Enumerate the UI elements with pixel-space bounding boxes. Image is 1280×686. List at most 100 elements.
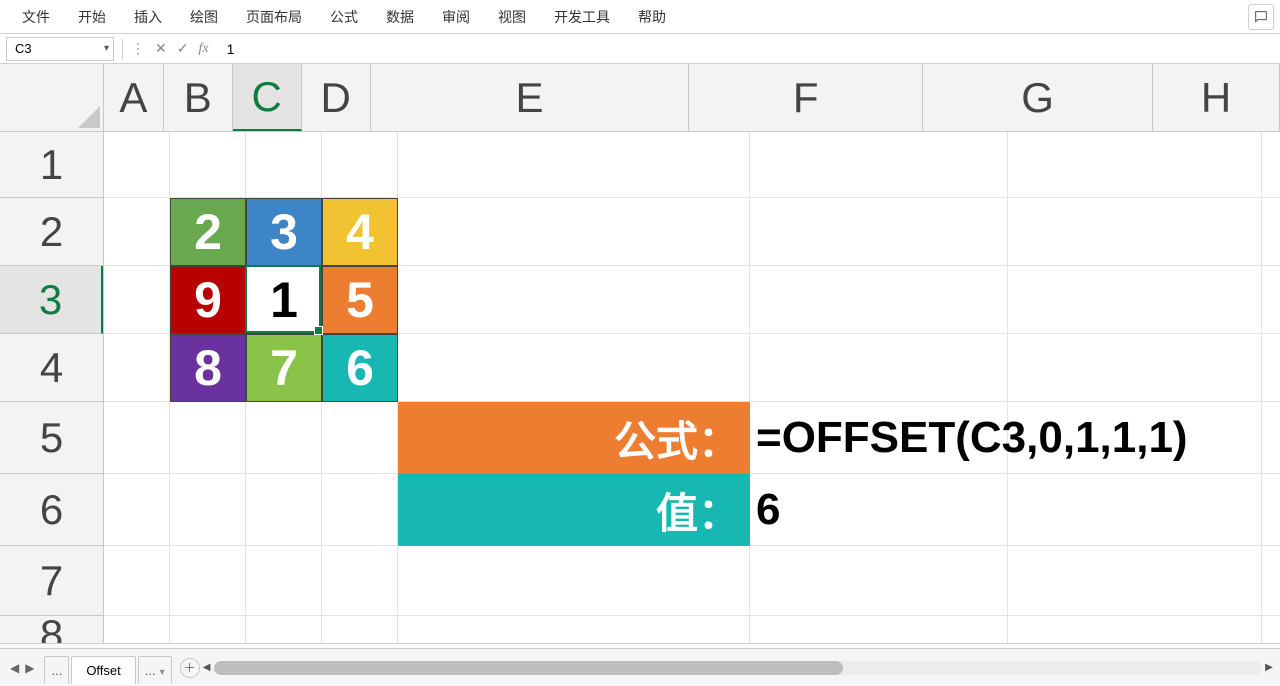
cell[interactable] bbox=[1262, 474, 1280, 546]
menu-item-0[interactable]: 文件 bbox=[8, 1, 64, 33]
cell[interactable] bbox=[750, 132, 1008, 198]
tile-C2[interactable]: 3 bbox=[246, 198, 322, 266]
row-header-3[interactable]: 3 bbox=[0, 266, 103, 334]
cell[interactable] bbox=[398, 546, 750, 616]
nav-next-icon[interactable]: ▶ bbox=[25, 661, 34, 675]
name-box[interactable]: C3 ▾ bbox=[6, 37, 114, 61]
cell[interactable] bbox=[322, 132, 398, 198]
confirm-icon[interactable]: ✓ bbox=[177, 40, 189, 57]
row-header-7[interactable]: 7 bbox=[0, 546, 103, 616]
cell[interactable] bbox=[104, 616, 170, 644]
cell[interactable] bbox=[246, 402, 322, 474]
vertical-dots-icon[interactable]: ⋮ bbox=[131, 40, 145, 57]
cell[interactable] bbox=[1262, 334, 1280, 402]
cell[interactable] bbox=[1008, 474, 1262, 546]
menu-item-5[interactable]: 公式 bbox=[316, 1, 372, 33]
cell[interactable] bbox=[246, 616, 322, 644]
menu-item-1[interactable]: 开始 bbox=[64, 1, 120, 33]
menu-item-6[interactable]: 数据 bbox=[372, 1, 428, 33]
cell[interactable] bbox=[170, 402, 246, 474]
tile-B4[interactable]: 8 bbox=[170, 334, 246, 402]
cell[interactable] bbox=[170, 474, 246, 546]
cell[interactable] bbox=[104, 474, 170, 546]
column-header-H[interactable]: H bbox=[1153, 64, 1280, 131]
cell[interactable] bbox=[398, 198, 750, 266]
scroll-thumb[interactable] bbox=[214, 661, 843, 675]
cell[interactable] bbox=[1262, 402, 1280, 474]
menu-item-9[interactable]: 开发工具 bbox=[540, 1, 624, 33]
menu-item-2[interactable]: 插入 bbox=[120, 1, 176, 33]
cell-grid[interactable]: 234915876公式：值：=OFFSET(C3,0,1,1,1)6 bbox=[104, 132, 1280, 643]
cell[interactable] bbox=[1262, 132, 1280, 198]
cancel-icon[interactable]: ✕ bbox=[155, 40, 167, 57]
cell[interactable] bbox=[246, 132, 322, 198]
cell[interactable] bbox=[750, 474, 1008, 546]
horizontal-scrollbar[interactable]: ◀ ▶ bbox=[214, 661, 1262, 675]
formula-label-cell[interactable]: 公式： bbox=[398, 402, 750, 474]
sheet-tab-active[interactable]: Offset bbox=[71, 656, 135, 684]
cell[interactable] bbox=[750, 334, 1008, 402]
row-header-5[interactable]: 5 bbox=[0, 402, 103, 474]
cell[interactable] bbox=[750, 198, 1008, 266]
cell[interactable] bbox=[322, 616, 398, 644]
select-all-corner[interactable] bbox=[0, 64, 104, 132]
cell[interactable] bbox=[104, 546, 170, 616]
tile-B2[interactable]: 2 bbox=[170, 198, 246, 266]
row-header-6[interactable]: 6 bbox=[0, 474, 103, 546]
row-header-2[interactable]: 2 bbox=[0, 198, 103, 266]
scroll-right-icon[interactable]: ▶ bbox=[1262, 661, 1276, 675]
value-text-cell[interactable]: 6 bbox=[750, 474, 780, 546]
cell[interactable] bbox=[398, 616, 750, 644]
column-header-F[interactable]: F bbox=[689, 64, 923, 131]
cell[interactable] bbox=[246, 474, 322, 546]
cell[interactable] bbox=[246, 546, 322, 616]
cell[interactable] bbox=[1262, 198, 1280, 266]
value-label-cell[interactable]: 值： bbox=[398, 474, 750, 546]
cell[interactable] bbox=[1262, 616, 1280, 644]
cell[interactable] bbox=[1008, 616, 1262, 644]
cell[interactable] bbox=[1008, 198, 1262, 266]
cell[interactable] bbox=[398, 266, 750, 334]
menu-item-8[interactable]: 视图 bbox=[484, 1, 540, 33]
cell[interactable] bbox=[322, 546, 398, 616]
cell[interactable] bbox=[104, 132, 170, 198]
formula-input[interactable] bbox=[209, 41, 1280, 57]
comments-icon[interactable] bbox=[1248, 4, 1274, 30]
tile-C4[interactable]: 7 bbox=[246, 334, 322, 402]
menu-item-7[interactable]: 审阅 bbox=[428, 1, 484, 33]
sheet-tab-collapsed-right[interactable]: ...▾ bbox=[138, 656, 172, 684]
tile-D2[interactable]: 4 bbox=[322, 198, 398, 266]
scroll-left-icon[interactable]: ◀ bbox=[200, 661, 214, 675]
menu-item-10[interactable]: 帮助 bbox=[624, 1, 680, 33]
cell[interactable] bbox=[750, 546, 1008, 616]
formula-text-cell[interactable]: =OFFSET(C3,0,1,1,1) bbox=[750, 402, 1188, 474]
cell[interactable] bbox=[1262, 266, 1280, 334]
cell[interactable] bbox=[1008, 546, 1262, 616]
column-header-C[interactable]: C bbox=[233, 64, 302, 131]
row-header-8[interactable]: 8 bbox=[0, 616, 103, 644]
cell[interactable] bbox=[170, 132, 246, 198]
cell[interactable] bbox=[104, 266, 170, 334]
cell[interactable] bbox=[322, 402, 398, 474]
cell[interactable] bbox=[170, 546, 246, 616]
cell[interactable] bbox=[1008, 266, 1262, 334]
cell[interactable] bbox=[1008, 334, 1262, 402]
cell[interactable] bbox=[750, 616, 1008, 644]
cell[interactable] bbox=[398, 334, 750, 402]
cell[interactable] bbox=[398, 132, 750, 198]
cell[interactable] bbox=[1008, 132, 1262, 198]
column-header-G[interactable]: G bbox=[923, 64, 1153, 131]
tile-B3[interactable]: 9 bbox=[170, 266, 246, 334]
sheet-tab-collapsed-left[interactable]: ... bbox=[44, 656, 69, 684]
cell[interactable] bbox=[104, 198, 170, 266]
cell[interactable] bbox=[104, 402, 170, 474]
cell[interactable] bbox=[322, 474, 398, 546]
cell[interactable] bbox=[170, 616, 246, 644]
cell[interactable] bbox=[1262, 546, 1280, 616]
tile-D4[interactable]: 6 bbox=[322, 334, 398, 402]
row-header-1[interactable]: 1 bbox=[0, 132, 103, 198]
menu-item-3[interactable]: 绘图 bbox=[176, 1, 232, 33]
column-header-E[interactable]: E bbox=[371, 64, 690, 131]
column-header-B[interactable]: B bbox=[164, 64, 233, 131]
menu-item-4[interactable]: 页面布局 bbox=[232, 1, 316, 33]
